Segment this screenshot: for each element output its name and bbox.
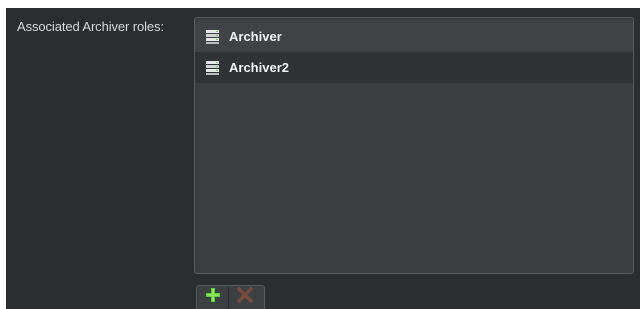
list-toolbar (196, 285, 265, 309)
add-button[interactable] (197, 287, 228, 309)
plus-icon (205, 287, 221, 308)
close-icon (236, 286, 253, 308)
server-icon (206, 60, 219, 75)
archiver-roles-panel: Associated Archiver roles: Archiver Arch… (6, 8, 640, 309)
archiver-roles-list[interactable]: Archiver Archiver2 (194, 17, 634, 274)
archiver2-label: Archiver2 (229, 60, 289, 75)
remove-button[interactable] (229, 286, 260, 309)
archiver-label: Archiver (229, 29, 282, 44)
list-item[interactable]: Archiver2 (195, 52, 633, 83)
server-icon (206, 29, 219, 44)
list-item[interactable]: Archiver (195, 21, 633, 52)
associated-archiver-roles-label: Associated Archiver roles: (17, 19, 164, 34)
